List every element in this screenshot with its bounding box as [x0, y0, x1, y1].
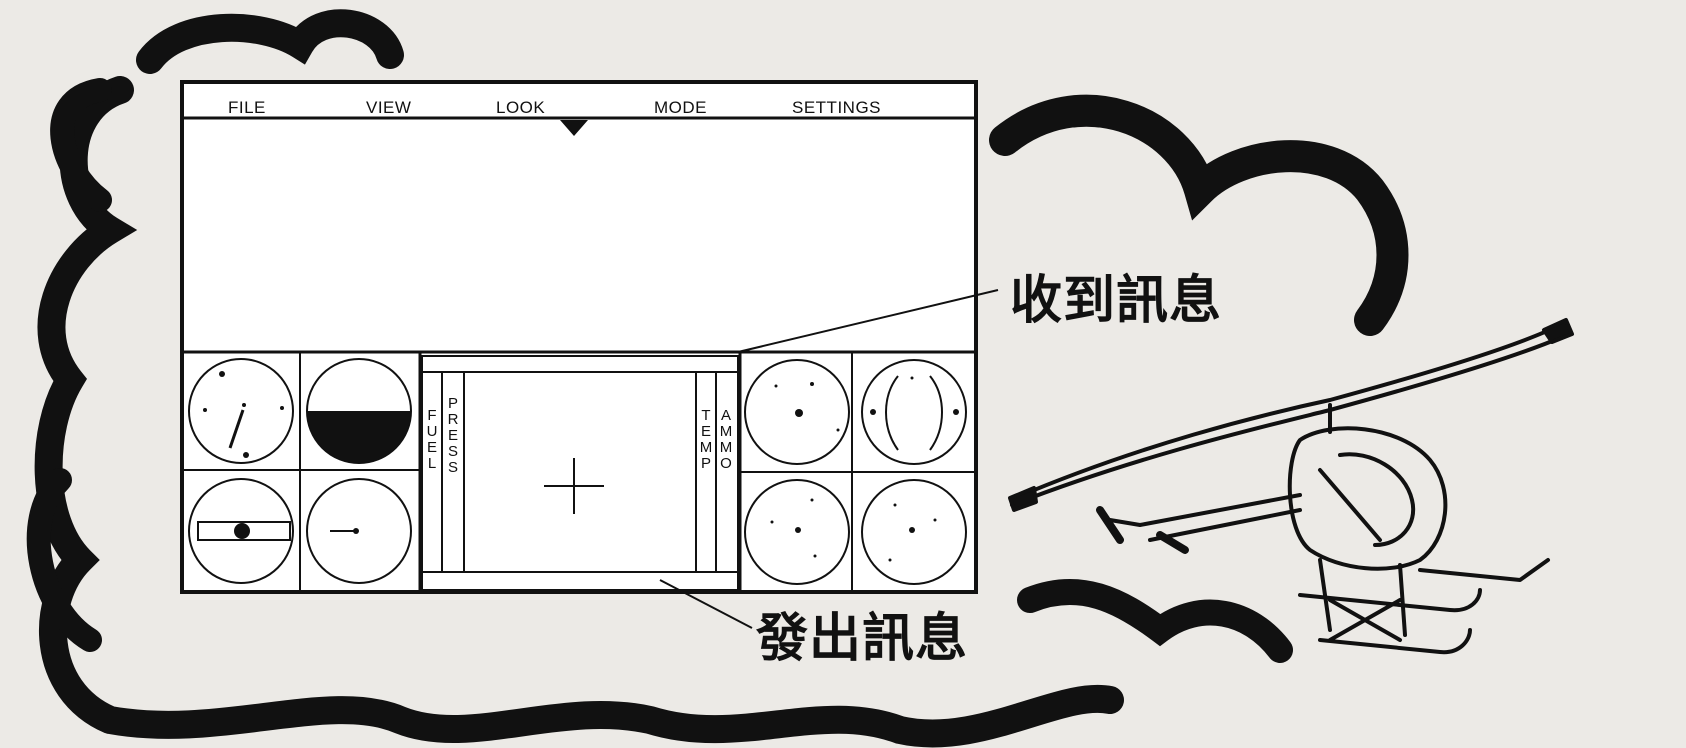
temp-gauge-label: TEMP: [699, 407, 713, 472]
menu-mode[interactable]: MODE: [654, 98, 707, 118]
app-window: [180, 80, 978, 594]
menu-view[interactable]: VIEW: [366, 98, 411, 118]
fuel-gauge-label: FUEL: [426, 407, 438, 472]
ammo-gauge-label: AMMO: [719, 407, 733, 472]
press-gauge-label: PRESS: [447, 395, 459, 476]
callout-received: 收到訊息: [1010, 271, 1223, 331]
menu-settings[interactable]: SETTINGS: [792, 98, 881, 118]
cloud-right-lower: [1017, 579, 1293, 663]
callout-sent: 發出訊息: [756, 609, 969, 669]
menu-look[interactable]: LOOK: [496, 98, 545, 118]
menu-file[interactable]: FILE: [228, 98, 266, 118]
